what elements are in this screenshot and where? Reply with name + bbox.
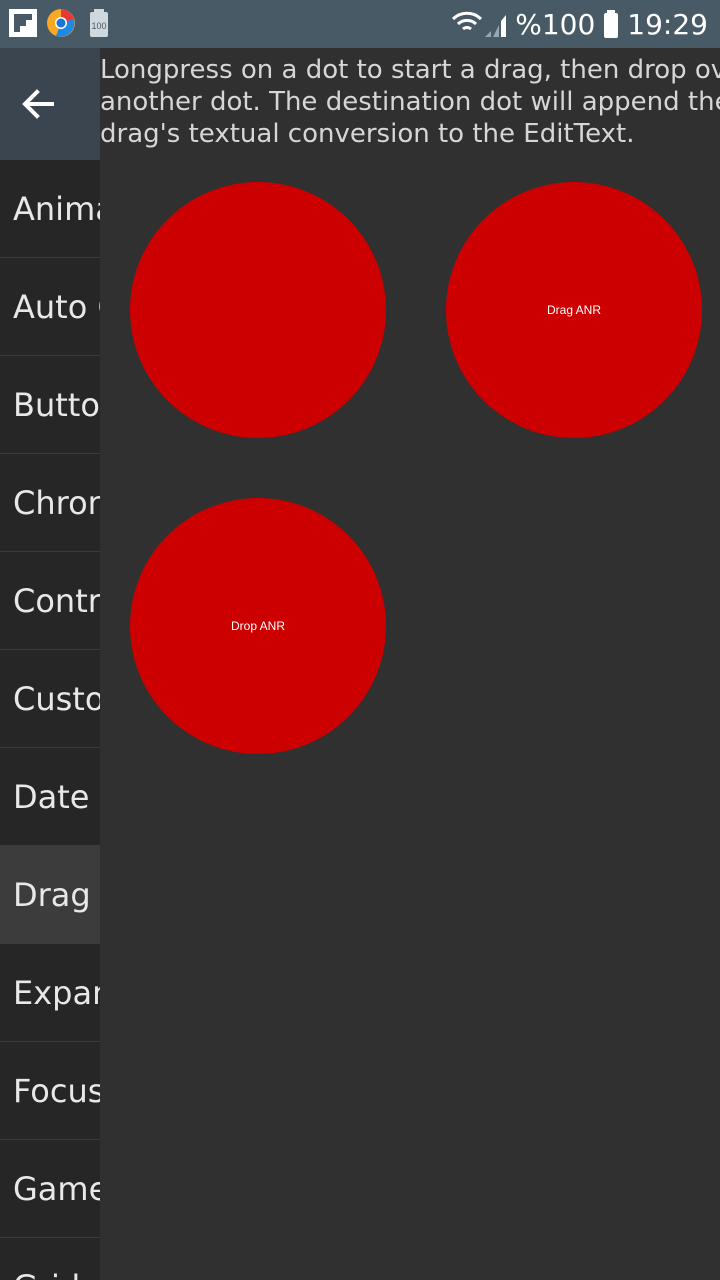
drawer-list: Animation Auto Complete Buttons Chronome… <box>0 160 100 1280</box>
drawer-item-label: Focus <box>13 1071 100 1110</box>
drawer-item-label: Controls <box>13 581 100 620</box>
dot-label: Drag ANR <box>546 303 602 317</box>
battery-notification-label: 100 <box>91 21 106 31</box>
drawer-item-animation[interactable]: Animation <box>0 160 100 258</box>
clock: 19:29 <box>627 7 708 41</box>
drop-anr-dot[interactable]: Drop ANR <box>130 498 386 754</box>
battery-percent: %100 <box>515 7 596 41</box>
drawer-item-custom[interactable]: Custom <box>0 650 100 748</box>
drawer-item-label: Chronometer <box>13 483 100 522</box>
draggable-dot[interactable] <box>130 182 386 438</box>
drawer-header <box>0 48 100 160</box>
drawer-item-grid[interactable]: Grid <box>0 1238 100 1280</box>
drawer-item-label: Auto Complete <box>13 287 100 326</box>
drawer-item-focus[interactable]: Focus <box>0 1042 100 1140</box>
drawer-item-label: Game Controller <box>13 1169 100 1208</box>
wifi-signal-icon <box>452 11 507 37</box>
notification-icons: 100 <box>8 8 114 38</box>
chrome-canary-icon <box>47 9 75 37</box>
drawer-item-buttons[interactable]: Buttons <box>0 356 100 454</box>
dot-label: Drop ANR <box>230 619 286 633</box>
back-arrow-icon[interactable] <box>16 82 60 126</box>
drawer-item-auto-complete[interactable]: Auto Complete <box>0 258 100 356</box>
drawer-item-controls[interactable]: Controls <box>0 552 100 650</box>
drawer-item-expandable-lists[interactable]: Expandable Lists <box>0 944 100 1042</box>
drawer-item-chronometer[interactable]: Chronometer <box>0 454 100 552</box>
drag-anr-dot[interactable]: Drag ANR <box>446 182 702 438</box>
drawer-item-label: Date Widgets <box>13 777 100 816</box>
flipboard-icon <box>9 9 37 37</box>
status-bar: 100 %100 19:29 <box>0 0 720 48</box>
instructions-text: Longpress on a dot to start a drag, then… <box>100 55 720 149</box>
navigation-drawer: Animation Auto Complete Buttons Chronome… <box>0 48 100 1280</box>
drawer-item-label: Animation <box>13 189 100 228</box>
system-status: %100 19:29 <box>451 0 708 48</box>
battery-notification-icon: 100 <box>90 9 108 37</box>
drawer-item-label: Buttons <box>13 385 100 424</box>
drawer-item-label: Expandable Lists <box>13 973 100 1012</box>
drag-and-drop-content: Longpress on a dot to start a drag, then… <box>100 48 720 1280</box>
battery-icon <box>604 10 619 38</box>
drawer-item-game-controller[interactable]: Game Controller <box>0 1140 100 1238</box>
drawer-item-date-widgets[interactable]: Date Widgets <box>0 748 100 846</box>
drawer-item-drag-and-drop[interactable]: Drag and Drop <box>0 846 100 944</box>
drawer-item-label: Custom <box>13 679 100 718</box>
drawer-item-label: Drag and Drop <box>13 875 100 914</box>
drawer-item-label: Grid <box>13 1268 80 1280</box>
